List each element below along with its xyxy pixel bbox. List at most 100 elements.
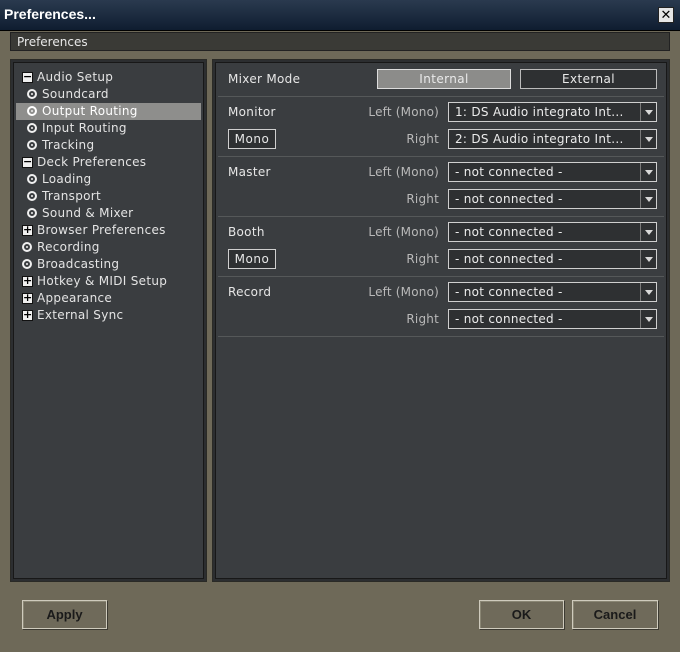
expand-icon[interactable]: +: [22, 292, 33, 304]
divider: [218, 156, 664, 157]
nav-item-soundcard[interactable]: Soundcard: [16, 86, 201, 103]
nav-item-input-routing[interactable]: Input Routing: [16, 120, 201, 137]
chevron-down-icon: [640, 250, 656, 268]
nav-item-transport[interactable]: Transport: [16, 188, 201, 205]
mixer-mode-external-button[interactable]: External: [520, 69, 657, 89]
nav-item-label: Loading: [42, 172, 92, 186]
close-button[interactable]: ✕: [658, 7, 674, 23]
booth-right-label: Right: [406, 252, 439, 266]
radio-dot-icon: [27, 191, 37, 201]
cancel-button[interactable]: Cancel: [572, 600, 658, 629]
chevron-down-icon: [640, 163, 656, 181]
monitor-right-dropdown[interactable]: 2: DS Audio integrato Int...: [448, 129, 657, 149]
monitor-mono-button[interactable]: Mono: [228, 129, 276, 149]
radio-dot-icon: [27, 123, 37, 133]
apply-button[interactable]: Apply: [22, 600, 107, 629]
title-bar: Preferences... ✕: [0, 0, 680, 31]
master-right-label: Right: [406, 192, 439, 206]
monitor-left-value: 1: DS Audio integrato Int...: [455, 105, 624, 119]
record-right-value: - not connected -: [455, 312, 563, 326]
nav-item-label: Sound & Mixer: [42, 206, 134, 220]
collapse-icon[interactable]: −: [22, 156, 33, 168]
mixer-mode-label: Mixer Mode: [228, 72, 301, 86]
record-label: Record: [228, 285, 272, 299]
record-left-dropdown[interactable]: - not connected -: [448, 282, 657, 302]
radio-dot-icon: [27, 106, 37, 116]
monitor-right-value: 2: DS Audio integrato Int...: [455, 132, 624, 146]
radio-dot-icon: [22, 259, 32, 269]
nav-item-label: Broadcasting: [37, 257, 120, 271]
mixer-mode-internal-button[interactable]: Internal: [377, 69, 511, 89]
monitor-label: Monitor: [228, 105, 276, 119]
master-left-label: Left (Mono): [368, 165, 439, 179]
booth-mono-button[interactable]: Mono: [228, 249, 276, 269]
radio-dot-icon: [27, 174, 37, 184]
ok-button[interactable]: OK: [479, 600, 564, 629]
nav-item-label: Output Routing: [42, 104, 138, 118]
output-routing-panel: Mixer Mode Internal External Monitor Lef…: [215, 62, 667, 579]
nav-item-browser-preferences[interactable]: + Browser Preferences: [16, 222, 201, 239]
collapse-icon[interactable]: −: [22, 71, 33, 83]
booth-label: Booth: [228, 225, 265, 239]
divider: [218, 336, 664, 337]
chevron-down-icon: [640, 310, 656, 328]
booth-right-dropdown[interactable]: - not connected -: [448, 249, 657, 269]
master-left-dropdown[interactable]: - not connected -: [448, 162, 657, 182]
nav-item-label: Appearance: [37, 291, 113, 305]
nav-panel-frame: − Audio Setup Soundcard Output Routing Input…: [10, 59, 207, 582]
expand-icon[interactable]: +: [22, 275, 33, 287]
nav-item-sound-mixer[interactable]: Sound & Mixer: [16, 205, 201, 222]
nav-item-label: Deck Preferences: [37, 155, 147, 169]
nav-item-broadcasting[interactable]: Broadcasting: [16, 256, 201, 273]
booth-left-value: - not connected -: [455, 225, 563, 239]
chevron-down-icon: [640, 283, 656, 301]
nav-item-audio-setup[interactable]: − Audio Setup: [16, 69, 201, 86]
master-left-value: - not connected -: [455, 165, 563, 179]
record-right-label: Right: [406, 312, 439, 326]
nav-item-recording[interactable]: Recording: [16, 239, 201, 256]
nav-item-label: Audio Setup: [37, 70, 114, 84]
content-panel-frame: Mixer Mode Internal External Monitor Lef…: [212, 59, 670, 582]
preferences-header: Preferences: [10, 32, 670, 51]
nav-item-tracking[interactable]: Tracking: [16, 137, 201, 154]
booth-right-value: - not connected -: [455, 252, 563, 266]
nav-item-label: Soundcard: [42, 87, 109, 101]
preferences-header-title: Preferences: [17, 35, 88, 49]
nav-item-appearance[interactable]: + Appearance: [16, 290, 201, 307]
nav-item-label: Browser Preferences: [37, 223, 166, 237]
chevron-down-icon: [640, 130, 656, 148]
window-title: Preferences...: [4, 6, 96, 22]
chevron-down-icon: [640, 103, 656, 121]
radio-dot-icon: [27, 89, 37, 99]
nav-item-output-routing[interactable]: Output Routing: [16, 103, 201, 120]
monitor-left-dropdown[interactable]: 1: DS Audio integrato Int...: [448, 102, 657, 122]
expand-icon[interactable]: +: [22, 309, 33, 321]
booth-left-label: Left (Mono): [368, 225, 439, 239]
master-right-dropdown[interactable]: - not connected -: [448, 189, 657, 209]
nav-item-label: External Sync: [37, 308, 124, 322]
divider: [218, 276, 664, 277]
nav-item-deck-preferences[interactable]: − Deck Preferences: [16, 154, 201, 171]
radio-dot-icon: [27, 140, 37, 150]
nav-tree: − Audio Setup Soundcard Output Routing Input…: [13, 62, 204, 579]
nav-item-hotkey-midi-setup[interactable]: + Hotkey & MIDI Setup: [16, 273, 201, 290]
nav-item-label: Transport: [42, 189, 102, 203]
nav-item-label: Input Routing: [42, 121, 127, 135]
divider: [218, 96, 664, 97]
expand-icon[interactable]: +: [22, 224, 33, 236]
record-right-dropdown[interactable]: - not connected -: [448, 309, 657, 329]
radio-dot-icon: [22, 242, 32, 252]
nav-item-external-sync[interactable]: + External Sync: [16, 307, 201, 324]
chevron-down-icon: [640, 190, 656, 208]
nav-item-loading[interactable]: Loading: [16, 171, 201, 188]
nav-item-label: Hotkey & MIDI Setup: [37, 274, 168, 288]
booth-left-dropdown[interactable]: - not connected -: [448, 222, 657, 242]
record-left-value: - not connected -: [455, 285, 563, 299]
divider: [218, 216, 664, 217]
nav-item-label: Recording: [37, 240, 100, 254]
close-icon: ✕: [660, 8, 672, 23]
monitor-right-label: Right: [406, 132, 439, 146]
radio-dot-icon: [27, 208, 37, 218]
nav-item-label: Tracking: [42, 138, 95, 152]
chevron-down-icon: [640, 223, 656, 241]
